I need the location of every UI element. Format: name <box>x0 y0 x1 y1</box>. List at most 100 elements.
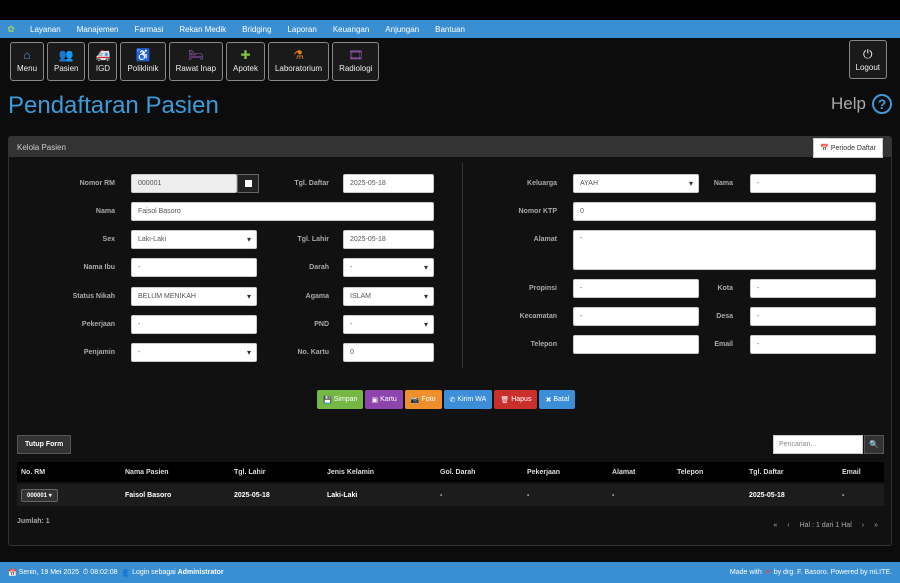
next-page-button[interactable]: › <box>857 522 869 529</box>
sex-select[interactable]: Laki-Laki <box>131 230 257 249</box>
desa-label: Desa <box>716 313 733 320</box>
kirim-wa-button[interactable]: ✆ Kirim WA <box>443 390 493 409</box>
row-menu-button[interactable]: 000001 ▾ <box>21 488 58 502</box>
nomor-ktp-input[interactable]: 0 <box>573 202 876 221</box>
table-cell: 2025-05-18 <box>749 491 785 499</box>
module-button-pasien[interactable]: 👥 Pasien <box>47 41 86 81</box>
nav-item-keuangan[interactable]: Keuangan <box>325 25 377 34</box>
column-header[interactable]: Gol. Darah <box>440 462 475 482</box>
darah-select[interactable]: - <box>343 258 434 277</box>
made-with-label: Made with <box>729 569 762 576</box>
module-button-rawat-inap[interactable]: 🛏 Rawat Inap <box>168 41 224 81</box>
column-header[interactable]: Telepon <box>677 462 703 482</box>
table-row[interactable]: 000001 ▾ Faisol Basoro 2025-05-18 Laki-Laki… <box>17 484 884 506</box>
alamat-textarea[interactable]: - <box>573 230 876 270</box>
nama-ibu-input[interactable]: - <box>131 258 257 277</box>
propinsi-input[interactable]: - <box>573 279 699 298</box>
tgl-lahir-input[interactable]: 2025-05-18 <box>343 230 434 249</box>
pnd-select[interactable]: - <box>343 315 434 334</box>
kota-input[interactable]: - <box>750 279 876 298</box>
action-icon: 📷 <box>410 396 420 404</box>
logout-button[interactable]: ⏻ Logout <box>848 40 887 79</box>
nomor-rm-label: Nomor RM <box>79 180 115 187</box>
nomor-rm-input[interactable]: 000001 <box>131 174 237 193</box>
nama-label: Nama <box>95 208 115 215</box>
footer-date: Senin, 19 Mei 2025 <box>18 569 79 576</box>
module-button-laboratorium[interactable]: ⚗ Laboratorium <box>267 41 330 81</box>
login-user: Administrator <box>177 569 224 576</box>
medkit-icon: ✚ <box>240 48 251 62</box>
module-button-menu[interactable]: ⌂ Menu <box>10 41 45 81</box>
column-header[interactable]: Pekerjaan <box>527 462 560 482</box>
nama-keluarga-input[interactable]: - <box>750 174 876 193</box>
desa-input[interactable]: - <box>750 307 876 326</box>
column-header[interactable]: No. RM <box>21 462 45 482</box>
module-iconbar: ⌂ Menu 👥 Pasien 🚑 IGD ♿ Poliklinik 🛏 Rawat Inap ✚ A… <box>0 38 900 84</box>
bed-icon: 🛏 <box>188 48 204 62</box>
agama-select[interactable]: ISLAM <box>343 287 434 306</box>
pekerjaan-input[interactable]: - <box>131 315 257 334</box>
column-header[interactable]: Nama Pasien <box>125 462 169 482</box>
search-input[interactable]: Pencarian... <box>773 435 863 454</box>
foto-button[interactable]: 📷 Foto <box>404 390 442 409</box>
pekerjaan-label: Pekerjaan <box>81 321 115 328</box>
nav-item-manajemen[interactable]: Manajemen <box>69 25 127 34</box>
kecamatan-input[interactable]: - <box>573 307 699 326</box>
column-header[interactable]: Tgl. Daftar <box>749 462 784 482</box>
nav-item-anjungan[interactable]: Anjungan <box>377 25 427 34</box>
module-button-apotek[interactable]: ✚ Apotek <box>226 41 265 81</box>
column-header[interactable]: Alamat <box>612 462 635 482</box>
email-label: Email <box>714 341 733 348</box>
agama-label: Agama <box>305 293 329 300</box>
nav-item-bantuan[interactable]: Bantuan <box>427 25 473 34</box>
keluarga-select[interactable]: AYAH <box>573 174 699 193</box>
penjamin-select[interactable]: - <box>131 343 257 362</box>
table-header: No. RM Nama Pasien Tgl. Lahir Jenis Kelamin… <box>17 462 884 482</box>
search-button[interactable]: 🔍 <box>864 435 884 454</box>
nav-item-bridging[interactable]: Bridging <box>234 25 279 34</box>
email-input[interactable]: - <box>750 335 876 354</box>
tutup-form-button[interactable]: Tutup Form <box>17 435 72 454</box>
nav-item-laporan[interactable]: Laporan <box>279 25 324 34</box>
status-nikah-select[interactable]: BELUM MENIKAH <box>131 287 257 306</box>
action-icon: 💾 <box>323 396 332 404</box>
search-icon: 🔍 <box>869 440 879 449</box>
column-header[interactable]: Jenis Kelamin <box>327 462 374 482</box>
page-header: Pendaftaran Pasien Help ? <box>0 84 900 130</box>
action-icon: ✆ <box>449 396 456 404</box>
module-label: Laboratorium <box>274 64 323 73</box>
help-link[interactable]: Help ? <box>831 94 892 114</box>
no-kartu-input[interactable]: 0 <box>343 343 434 362</box>
column-header[interactable]: Email <box>842 462 861 482</box>
batal-button[interactable]: ✖ Batal <box>539 390 576 409</box>
prev-page-button[interactable]: ‹ <box>782 522 794 529</box>
nav-item-farmasi[interactable]: Farmasi <box>127 25 172 34</box>
kartu-button[interactable]: ▣ Kartu <box>365 390 403 409</box>
simpan-button[interactable]: 💾 Simpan <box>317 390 364 409</box>
telepon-label: Telepon <box>530 341 557 348</box>
heart-icon: ♥ <box>763 569 772 576</box>
last-page-button[interactable]: » <box>869 522 883 529</box>
footer-credits: Made with ♥ by drg. F. Basoro. Powered b… <box>730 569 892 576</box>
module-button-poliklinik[interactable]: ♿ Poliklinik <box>120 41 166 81</box>
nav-item-layanan[interactable]: Layanan <box>22 25 69 34</box>
nama-input[interactable]: Faisol Basoro <box>131 202 434 221</box>
nav-item-rekan-medik[interactable]: Rekan Medik <box>171 25 234 34</box>
module-label: IGD <box>95 64 111 73</box>
alamat-label: Alamat <box>533 236 557 243</box>
table-cell: - <box>527 491 530 499</box>
module-button-igd[interactable]: 🚑 IGD <box>88 41 118 81</box>
module-label: Poliklinik <box>127 64 159 73</box>
module-button-radiologi[interactable]: 🎞 Radiologi <box>332 41 380 81</box>
first-page-button[interactable]: « <box>768 522 782 529</box>
periode-daftar-button[interactable]: 📅 Periode Daftar <box>813 138 883 158</box>
action-label: Hapus <box>511 396 532 403</box>
hapus-button[interactable]: 🗑 Hapus <box>494 390 538 409</box>
manual-rm-checkbox[interactable] <box>237 174 259 193</box>
column-header[interactable]: Tgl. Lahir <box>234 462 266 482</box>
form-actions: 💾 Simpan ▣ Kartu 📷 Foto ✆ Kirim WA 🗑 Hapus ✖ Batal <box>317 390 577 409</box>
tgl-daftar-input[interactable]: 2025-05-18 <box>343 174 434 193</box>
telepon-input[interactable] <box>573 335 699 354</box>
app-logo-icon[interactable]: ✿ <box>0 24 22 35</box>
action-label: Kirim WA <box>457 396 487 403</box>
